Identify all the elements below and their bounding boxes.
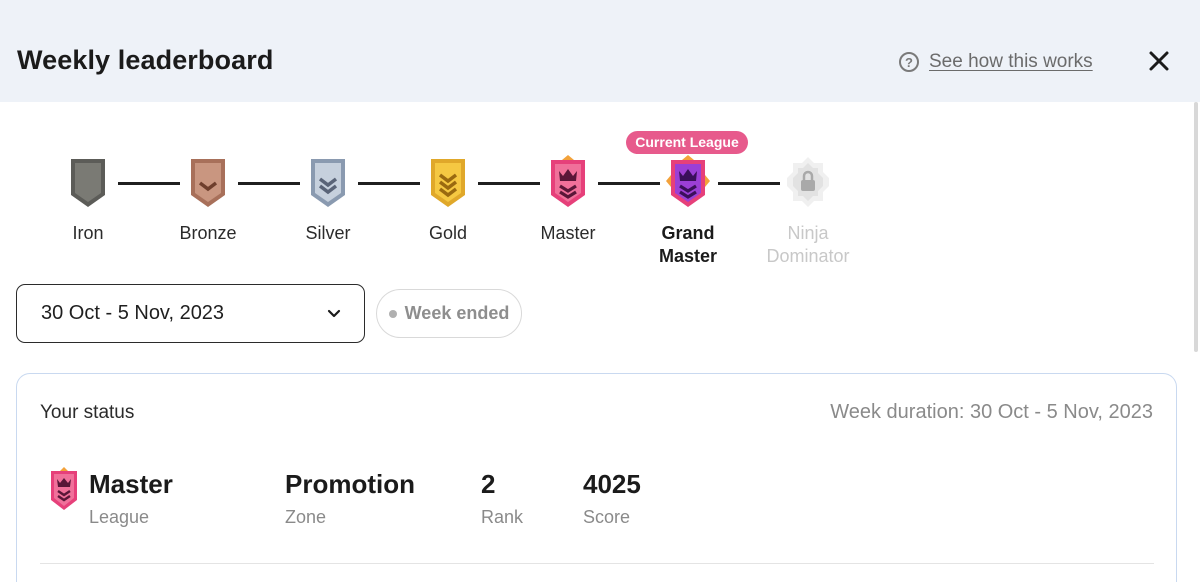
league-stat: Master League bbox=[89, 468, 173, 528]
league-bronze[interactable]: Bronze bbox=[158, 155, 258, 245]
see-how-this-works-link[interactable]: ? See how this works bbox=[899, 51, 1093, 73]
league-label-line: Master bbox=[658, 246, 718, 266]
rank-stat-label: Rank bbox=[481, 507, 524, 527]
league-label-line: Ninja bbox=[787, 223, 829, 243]
score-value: 4025 bbox=[583, 469, 641, 499]
league-label: Master bbox=[540, 223, 596, 243]
league-value: Master bbox=[89, 469, 173, 499]
league-ninja-dominator[interactable]: Ninja Dominator bbox=[758, 155, 858, 268]
league-label-line: Grand bbox=[661, 223, 715, 243]
league-stat-label: League bbox=[89, 507, 150, 527]
modal-header: Weekly leaderboard ? See how this works bbox=[0, 0, 1200, 102]
current-league-tag: Current League bbox=[626, 131, 748, 154]
shield-double-chevron-icon bbox=[311, 159, 345, 207]
league-master[interactable]: Master bbox=[518, 155, 618, 245]
chevron-down-icon bbox=[327, 309, 341, 317]
zone-value: Promotion bbox=[285, 469, 415, 499]
shield-triple-chevron-icon bbox=[431, 159, 465, 207]
league-label: Gold bbox=[428, 223, 468, 243]
week-duration: Week duration: 30 Oct - 5 Nov, 2023 bbox=[830, 401, 1153, 423]
lock-icon bbox=[787, 157, 829, 207]
shield-chevron-icon bbox=[191, 159, 225, 207]
week-status-badge: Week ended bbox=[376, 289, 522, 338]
league-grand-master[interactable]: Grand Master bbox=[638, 155, 738, 268]
league-label: Bronze bbox=[179, 223, 237, 243]
league-label: Ninja Dominator bbox=[758, 222, 858, 268]
league-label-line: Dominator bbox=[766, 246, 850, 266]
score-stat: 4025 Score bbox=[583, 468, 641, 528]
week-status-label: Week ended bbox=[404, 303, 510, 323]
league-silver[interactable]: Silver bbox=[278, 155, 378, 245]
league-iron[interactable]: Iron bbox=[38, 155, 138, 245]
rank-stat: 2 Rank bbox=[481, 468, 523, 528]
divider bbox=[40, 563, 1154, 564]
shield-plain-icon bbox=[71, 159, 105, 207]
week-select-dropdown[interactable]: 30 Oct - 5 Nov, 2023 bbox=[16, 284, 365, 343]
league-label: Grand Master bbox=[638, 222, 738, 268]
zone-stat-label: Zone bbox=[285, 507, 327, 527]
help-icon: ? bbox=[899, 52, 919, 72]
league-label: Silver bbox=[305, 223, 351, 243]
page-title: Weekly leaderboard bbox=[17, 45, 274, 75]
crown-shield-icon bbox=[51, 467, 77, 510]
crown-shield-icon bbox=[551, 155, 585, 207]
help-link-label: See how this works bbox=[929, 51, 1093, 72]
league-gold[interactable]: Gold bbox=[398, 155, 498, 245]
crown-shield-purple-icon bbox=[666, 155, 710, 207]
status-heading: Your status bbox=[40, 402, 135, 423]
close-icon[interactable] bbox=[1144, 46, 1174, 76]
zone-stat: Promotion Zone bbox=[285, 468, 415, 528]
week-select-value: 30 Oct - 5 Nov, 2023 bbox=[41, 302, 225, 324]
league-label: Iron bbox=[72, 223, 104, 243]
score-stat-label: Score bbox=[583, 507, 631, 527]
rank-value: 2 bbox=[481, 469, 496, 499]
your-status-card: Your status Week duration: 30 Oct - 5 No… bbox=[16, 373, 1177, 582]
status-dot-icon bbox=[388, 309, 397, 318]
scrollbar[interactable] bbox=[1194, 102, 1198, 352]
